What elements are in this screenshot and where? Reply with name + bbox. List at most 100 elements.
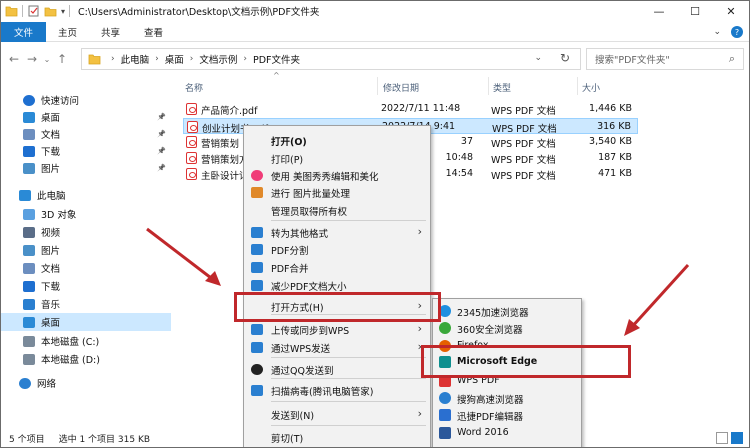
sidebar-item[interactable]: 文档 📌 xyxy=(1,125,171,143)
drive-icon xyxy=(23,353,35,365)
address-dropdown-icon[interactable]: ⌄ xyxy=(534,53,542,63)
table-row[interactable]: 产品简介.pdf 2022/7/11 11:48 WPS PDF 文档 1,446 K… xyxy=(183,101,638,117)
search-input[interactable]: 搜索"PDF文件夹" ⌕ xyxy=(586,48,744,70)
submenu-item[interactable]: Word 2016 xyxy=(433,424,581,441)
submenu-item-label: 360安全浏览器 xyxy=(457,325,523,336)
sidebar-item-label: 下载 xyxy=(41,282,61,293)
meitu-icon xyxy=(251,170,263,181)
tab-file[interactable]: 文件 xyxy=(1,21,47,42)
chevron-right-icon[interactable]: › xyxy=(111,54,115,64)
sidebar-item[interactable]: 3D 对象 xyxy=(1,205,171,223)
menu-item[interactable]: 上传或同步到WPS › xyxy=(244,321,430,338)
desktop-icon xyxy=(23,316,35,328)
menu-item[interactable]: 剪切(T) xyxy=(244,429,430,446)
address-bar[interactable]: › 此电脑 › 桌面 › 文档示例 › PDF文件夹 ⌄ ↻ xyxy=(81,48,581,70)
search-placeholder: 搜索"PDF文件夹" xyxy=(595,55,670,66)
batch-image-icon xyxy=(251,187,263,198)
selection-info: 选中 1 个项目 315 KB xyxy=(58,434,151,445)
tab-view[interactable]: 查看 xyxy=(132,22,175,42)
sidebar-item[interactable]: 快速访问 xyxy=(1,91,171,109)
menu-item-label: 打印(P) xyxy=(271,155,304,166)
chevron-right-icon[interactable]: › xyxy=(243,54,247,64)
pin-icon[interactable]: 📌 xyxy=(157,113,166,121)
menu-item[interactable]: 扫描病毒(腾讯电脑管家) xyxy=(244,382,430,399)
refresh-icon[interactable]: ↻ xyxy=(560,51,570,65)
sidebar-item[interactable]: 本地磁盘 (C:) xyxy=(1,332,171,350)
chevron-right-icon[interactable]: › xyxy=(155,54,159,64)
file-type: WPS PDF 文档 xyxy=(491,155,556,166)
customize-toolbar-icon[interactable]: ▾ xyxy=(61,7,65,16)
menu-item[interactable]: 通过QQ发送到 xyxy=(244,361,430,378)
column-name[interactable]: 名称 xyxy=(185,81,203,95)
breadcrumb-desktop[interactable]: 桌面 xyxy=(165,52,184,66)
address-row: ← → ⌄ ↑ › 此电脑 › 桌面 › 文档示例 › PDF文件夹 ⌄ ↻ 搜… xyxy=(1,45,749,73)
large-icons-view-icon[interactable] xyxy=(731,432,743,444)
column-divider[interactable] xyxy=(488,77,489,95)
up-arrow-icon[interactable]: ↑ xyxy=(53,48,71,70)
sidebar-item[interactable]: 下载 📌 xyxy=(1,142,171,160)
column-divider[interactable] xyxy=(377,77,378,95)
sidebar-item-label: 文档 xyxy=(41,264,61,275)
sidebar-item[interactable]: 网络 xyxy=(1,374,171,392)
menu-item[interactable]: 发送到(N) › xyxy=(244,406,430,423)
properties-icon[interactable] xyxy=(27,5,40,17)
sidebar-item[interactable]: 桌面 📌 xyxy=(1,108,171,126)
expand-ribbon-icon[interactable]: ⌄ xyxy=(713,27,721,37)
highlight-open-with xyxy=(234,292,441,322)
menu-separator xyxy=(271,425,426,426)
recent-locations-icon[interactable]: ⌄ xyxy=(41,48,53,70)
sidebar-item[interactable]: 此电脑 xyxy=(1,186,171,204)
pdf-split-icon xyxy=(251,244,263,255)
pin-icon[interactable]: 📌 xyxy=(157,164,166,172)
submenu-item[interactable]: 迅捷PDF编辑器 xyxy=(433,406,581,423)
submenu-item[interactable]: 2345加速浏览器 xyxy=(433,302,581,319)
sidebar-item[interactable]: 桌面 xyxy=(1,313,171,331)
breadcrumb-this-pc[interactable]: 此电脑 xyxy=(121,52,150,66)
menu-item[interactable]: 使用 美图秀秀编辑和美化 xyxy=(244,167,430,184)
menu-item[interactable]: 通过WPS发送 › xyxy=(244,339,430,356)
tab-home[interactable]: 主页 xyxy=(46,22,89,42)
minimize-button[interactable]: — xyxy=(641,1,677,21)
menu-item[interactable]: 打印(P) xyxy=(244,150,430,167)
menu-item[interactable]: PDF分割 xyxy=(244,241,430,258)
column-date[interactable]: 修改日期 xyxy=(383,81,419,95)
submenu-item-label: Word 2016 xyxy=(457,427,509,438)
file-date: 14:54 xyxy=(445,168,473,179)
sidebar-item-label: 网络 xyxy=(37,379,57,390)
breadcrumb-pdf-folder[interactable]: PDF文件夹 xyxy=(253,52,300,66)
shield-icon xyxy=(251,385,263,396)
maximize-button[interactable]: ☐ xyxy=(677,1,713,21)
column-type[interactable]: 类型 xyxy=(493,81,511,95)
submenu-item[interactable]: 搜狗高速浏览器 xyxy=(433,389,581,406)
breadcrumb-docs-sample[interactable]: 文档示例 xyxy=(199,52,237,66)
menu-item[interactable]: 转为其他格式 › xyxy=(244,224,430,241)
menu-item[interactable]: 管理员取得所有权 xyxy=(244,202,430,219)
chevron-right-icon[interactable]: › xyxy=(190,54,194,64)
column-size[interactable]: 大小 xyxy=(582,81,600,95)
document-icon xyxy=(23,262,35,274)
download-icon xyxy=(23,145,35,157)
file-size: 3,540 KB xyxy=(589,136,632,147)
submenu-item[interactable]: 360安全浏览器 xyxy=(433,319,581,336)
pin-icon[interactable]: 📌 xyxy=(157,130,166,138)
sidebar-item[interactable]: 本地磁盘 (D:) xyxy=(1,350,171,368)
new-folder-icon[interactable] xyxy=(44,5,57,17)
forward-arrow-icon[interactable]: → xyxy=(23,48,41,70)
menu-item[interactable]: 进行 图片批量处理 xyxy=(244,184,430,201)
tab-share[interactable]: 共享 xyxy=(89,22,132,42)
back-arrow-icon[interactable]: ← xyxy=(5,48,23,70)
sidebar-item[interactable]: 图片 📌 xyxy=(1,159,171,177)
help-icon[interactable]: ? xyxy=(731,26,743,38)
menu-item[interactable]: 打开(O) xyxy=(244,132,430,149)
menu-item[interactable]: PDF合并 xyxy=(244,259,430,276)
document-icon xyxy=(23,128,35,140)
network-icon xyxy=(19,377,31,389)
sidebar-item[interactable]: 音乐 xyxy=(1,295,171,313)
ribbon-tabs: 文件 主页 共享 查看 ⌄ ? xyxy=(1,21,749,42)
pin-icon[interactable]: 📌 xyxy=(157,147,166,155)
file-size: 316 KB xyxy=(597,121,631,132)
details-view-icon[interactable] xyxy=(716,432,728,444)
column-divider[interactable] xyxy=(577,77,578,95)
close-button[interactable]: ✕ xyxy=(713,1,749,21)
sidebar-item-label: 图片 xyxy=(41,246,61,257)
